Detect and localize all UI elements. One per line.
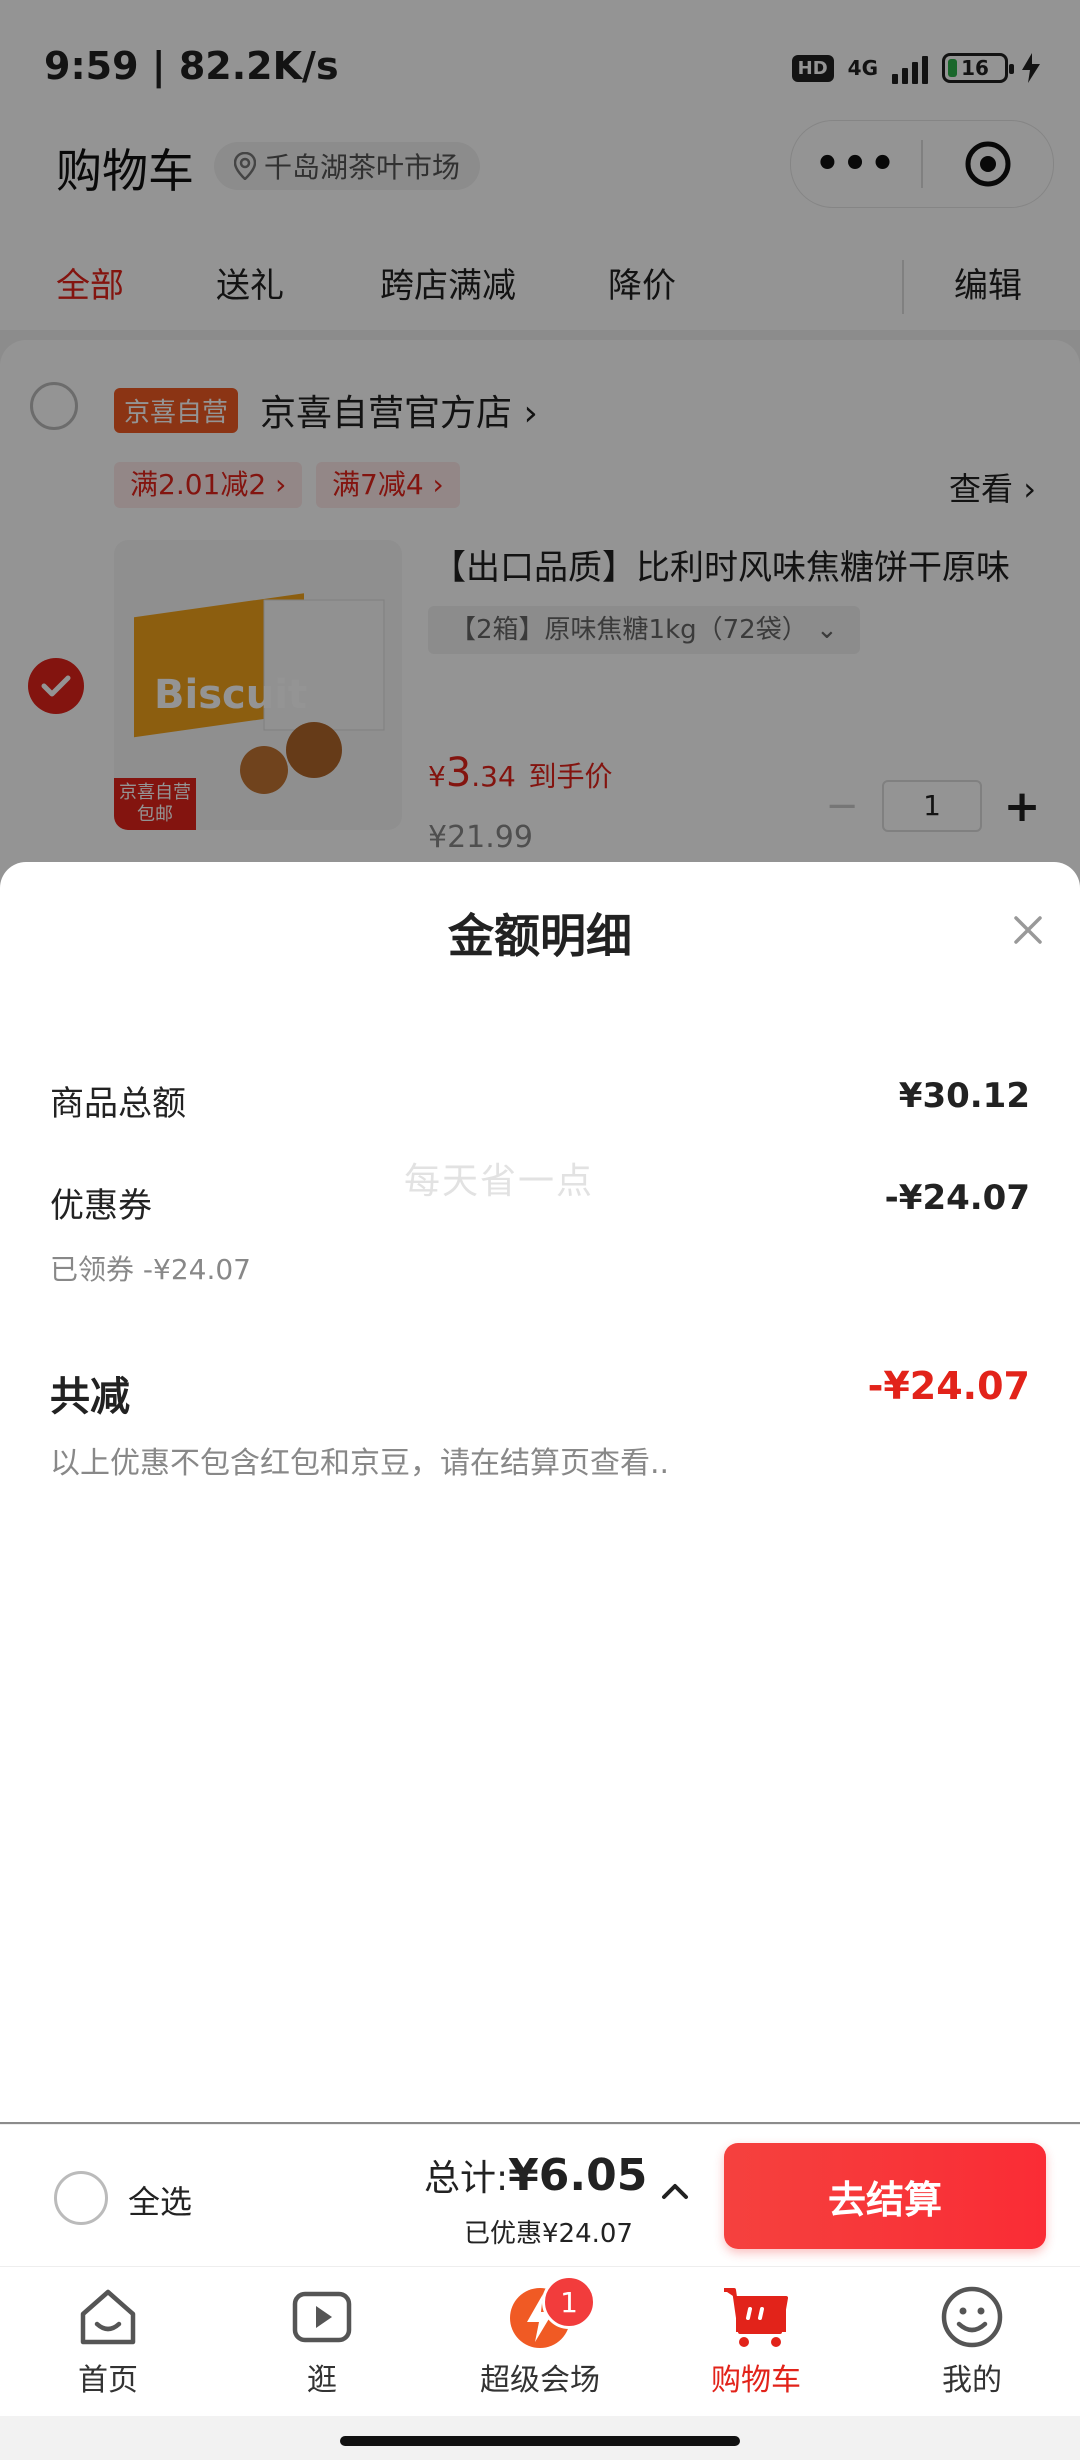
- saved-amount: 已优惠¥24.07: [464, 2219, 633, 2249]
- coupon-detail: 已领券 -¥24.07: [50, 1253, 251, 1286]
- profile-icon: [941, 2286, 1003, 2348]
- sheet-title: 金额明细: [448, 909, 632, 963]
- goods-total-label: 商品总额: [50, 1084, 186, 1124]
- nav-super-venue[interactable]: 1 超级会场: [440, 2275, 640, 2399]
- nav-browse[interactable]: 逛: [222, 2281, 422, 2399]
- select-all-label[interactable]: 全选: [128, 2177, 192, 2223]
- video-icon: [292, 2291, 352, 2343]
- cart-icon: [724, 2288, 788, 2347]
- checkout-button[interactable]: 去结算: [724, 2143, 1046, 2249]
- coupon-label: 优惠券: [50, 1186, 152, 1226]
- close-button[interactable]: [1000, 902, 1056, 958]
- watermark-text: 每天省一点: [404, 1161, 595, 1202]
- bottom-nav: 首页 逛 1 超级会场 购物车 我的: [0, 2266, 1080, 2417]
- total-discount-value: -¥24.07: [867, 1364, 1030, 1408]
- discount-note: 以上优惠不包含红包和京豆，请在结算页查看..: [50, 1446, 670, 1481]
- chevron-up-icon[interactable]: [658, 2175, 692, 2209]
- nav-cart[interactable]: 购物车: [656, 2281, 856, 2399]
- nav-label: 逛: [307, 2363, 337, 2398]
- notification-badge: 1: [542, 2275, 596, 2329]
- checkout-bar: 全选 总计:¥6.05 已优惠¥24.07 去结算: [0, 2124, 1080, 2267]
- select-all-checkbox[interactable]: [54, 2171, 108, 2225]
- coupon-value: -¥24.07: [884, 1178, 1030, 1218]
- nav-label: 首页: [78, 2363, 138, 2398]
- nav-profile[interactable]: 我的: [872, 2281, 1072, 2399]
- goods-total-value: ¥30.12: [898, 1076, 1030, 1116]
- amount-detail-sheet: 金额明细 商品总额 ¥30.12 每天省一点 优惠券 -¥24.07 已领券 -…: [0, 862, 1080, 2122]
- total-discount-label: 共减: [50, 1374, 130, 1420]
- nav-home[interactable]: 首页: [8, 2281, 208, 2399]
- home-icon: [80, 2289, 136, 2345]
- home-indicator[interactable]: [340, 2436, 740, 2446]
- nav-label: 购物车: [711, 2363, 801, 2398]
- nav-label: 我的: [942, 2363, 1002, 2398]
- nav-label: 超级会场: [480, 2363, 600, 2398]
- total-amount: 总计:¥6.05: [424, 2150, 648, 2201]
- close-icon: [1014, 916, 1042, 944]
